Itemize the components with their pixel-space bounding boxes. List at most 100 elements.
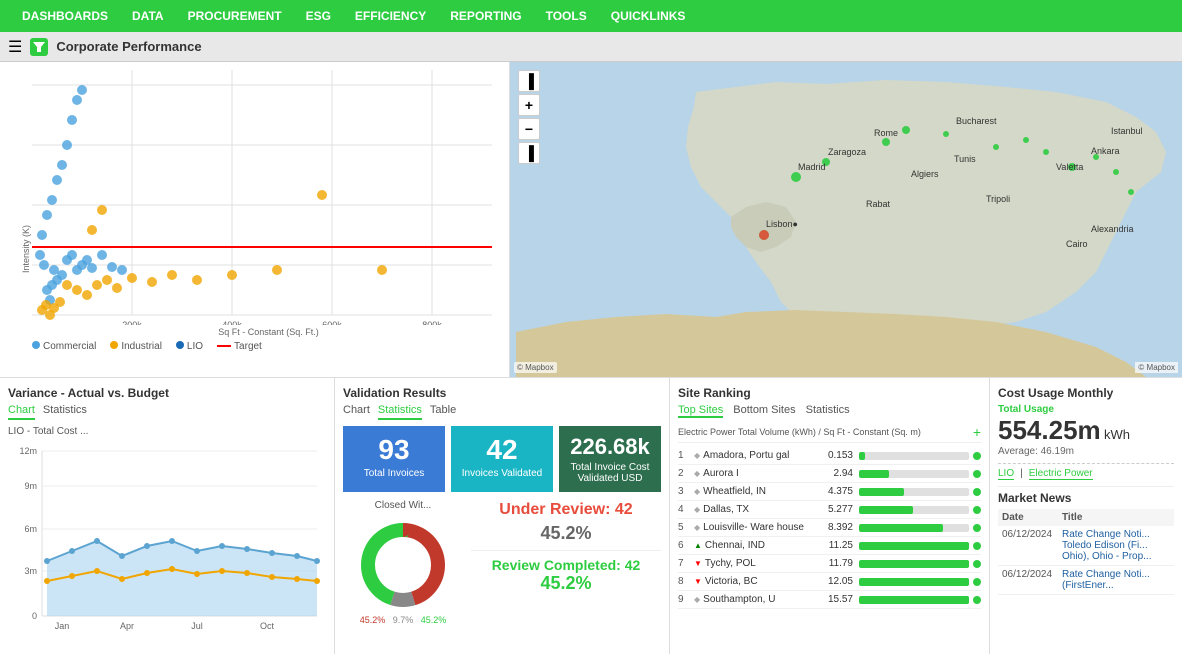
map-svg: Lisbon● Madrid Zaragoza Rome Istanbul An…: [510, 62, 1182, 377]
validation-right: Under Review: 42 45.2% Review Completed:…: [471, 500, 661, 625]
svg-text:Jul: Jul: [191, 621, 203, 631]
stat-cost-number: 226.68k: [567, 434, 653, 460]
ranking-row-num: 8: [678, 576, 694, 587]
ranking-bar-bg: [859, 560, 969, 568]
ranking-rows: 1 ◆ Amadora, Portu gal 0.153 2 ◆ Aurora …: [678, 447, 981, 609]
review-completed-label: Review Completed: 42: [471, 557, 661, 573]
scatter-svg: 0 20 40 60 200k 400k 600k 800k: [32, 70, 503, 325]
hamburger-icon[interactable]: ☰: [8, 37, 22, 57]
variance-tab-statistics[interactable]: Statistics: [43, 404, 87, 420]
news-row-0[interactable]: 06/12/2024 Rate Change Noti... Toledo Ed…: [998, 526, 1174, 566]
ranking-row-8: 9 ◆ Southampton, U 15.57: [678, 591, 981, 609]
nav-quicklinks[interactable]: QUICKLINKS: [599, 9, 698, 23]
filter-icon[interactable]: [30, 38, 48, 56]
ranking-row-arrow: ▲: [694, 541, 702, 550]
variance-tab-chart[interactable]: Chart: [8, 404, 35, 420]
nav-reporting[interactable]: REPORTING: [438, 9, 533, 23]
ranking-bar-bg: [859, 596, 969, 604]
ranking-row-dot: [973, 488, 981, 496]
top-nav: DASHBOARDS DATA PROCUREMENT ESG EFFICIEN…: [0, 0, 1182, 32]
nav-efficiency[interactable]: EFFICIENCY: [343, 9, 438, 23]
validation-tab-table[interactable]: Table: [430, 404, 456, 420]
top-row: Intensity (K) 0 20 40 6: [0, 62, 1182, 377]
svg-text:Ankara: Ankara: [1091, 146, 1120, 156]
svg-text:3m: 3m: [24, 566, 37, 576]
ranking-row-name: Victoria, BC: [705, 576, 821, 587]
ranking-row-dot: [973, 560, 981, 568]
ranking-row-arrow: ◆: [694, 487, 700, 496]
under-review-pct: 45.2%: [471, 523, 661, 544]
avg-text: Average: 46.19m: [998, 446, 1174, 457]
ranking-row-arrow: ▼: [694, 559, 702, 568]
ranking-tab-bottom[interactable]: Bottom Sites: [733, 404, 795, 418]
map-zoom-out-btn[interactable]: −: [518, 118, 540, 140]
mapbox-copyright: © Mapbox: [1135, 362, 1178, 373]
validation-title: Validation Results: [343, 386, 661, 400]
news-row-1[interactable]: 06/12/2024 Rate Change Noti... (FirstEne…: [998, 566, 1174, 595]
ranking-row-2: 3 ◆ Wheatfield, IN 4.375: [678, 483, 981, 501]
donut-label: Closed Wit...: [375, 500, 432, 511]
variance-chart-label: LIO - Total Cost ...: [8, 426, 326, 437]
svg-text:Istanbul: Istanbul: [1111, 126, 1143, 136]
ranking-row-num: 3: [678, 486, 694, 497]
news-col-date-header: Date: [1002, 512, 1062, 523]
map-extra-btn[interactable]: ▐: [518, 142, 540, 164]
scatter-chart: Intensity (K) 0 20 40 6: [0, 62, 510, 377]
ranking-row-value: 2.94: [821, 468, 853, 479]
legend-commercial: Commercial: [32, 341, 96, 352]
ranking-bar-bg: [859, 506, 969, 514]
map-controls: ▐ + − ▐: [518, 70, 540, 164]
ranking-bar-bg: [859, 578, 969, 586]
ranking-bar-bg: [859, 542, 969, 550]
ranking-bar-fill: [859, 470, 889, 478]
validation-tab-chart[interactable]: Chart: [343, 404, 370, 420]
ranking-bar-fill: [859, 578, 969, 586]
ranking-row-dot: [973, 524, 981, 532]
ranking-row-3: 4 ◆ Dallas, TX 5.277: [678, 501, 981, 519]
nav-procurement[interactable]: PROCUREMENT: [176, 9, 294, 23]
news-date: 06/12/2024: [1002, 529, 1062, 562]
validation-tab-statistics[interactable]: Statistics: [378, 404, 422, 420]
ranking-row-num: 6: [678, 540, 694, 551]
nav-dashboards[interactable]: DASHBOARDS: [10, 9, 120, 23]
svg-text:Rabat: Rabat: [866, 199, 891, 209]
svg-text:600k: 600k: [322, 320, 342, 325]
ranking-row-name: Wheatfield, IN: [703, 486, 821, 497]
total-usage-value-row: 554.25m kWh: [998, 415, 1174, 446]
news-table-header: Date Title: [998, 509, 1174, 526]
electric-power-button[interactable]: Electric Power: [1029, 468, 1093, 480]
donut-segment-labels: 45.2% 9.7% 45.2%: [360, 615, 447, 625]
ranking-row-value: 12.05: [821, 576, 853, 587]
ranking-header: Electric Power Total Volume (kWh) / Sq F…: [678, 422, 981, 443]
ranking-row-6: 7 ▼ Tychy, POL 11.79: [678, 555, 981, 573]
ranking-add-icon[interactable]: +: [973, 424, 981, 440]
svg-text:Lisbon●: Lisbon●: [766, 219, 798, 229]
ranking-row-value: 11.25: [821, 540, 853, 551]
ranking-row-name: Southampton, U: [703, 594, 821, 605]
svg-text:400k: 400k: [222, 320, 242, 325]
svg-text:Madrid: Madrid: [798, 162, 826, 172]
nav-data[interactable]: DATA: [120, 9, 176, 23]
stat-cost-label: Total Invoice CostValidated USD: [567, 462, 653, 484]
nav-esg[interactable]: ESG: [294, 9, 343, 23]
news-col-title-header: Title: [1062, 512, 1170, 523]
ranking-col-header: Electric Power Total Volume (kWh) / Sq F…: [678, 427, 973, 437]
ranking-row-num: 1: [678, 450, 694, 461]
ranking-tab-top[interactable]: Top Sites: [678, 404, 723, 418]
ranking-title: Site Ranking: [678, 386, 981, 400]
validation-tabs: Chart Statistics Table: [343, 404, 661, 420]
ranking-row-num: 2: [678, 468, 694, 479]
ranking-bar-fill: [859, 452, 865, 460]
map-zoom-in-btn[interactable]: +: [518, 94, 540, 116]
nav-tools[interactable]: TOOLS: [534, 9, 599, 23]
map-toggle-btn[interactable]: ▐: [518, 70, 540, 92]
ranking-row-num: 5: [678, 522, 694, 533]
under-review-label: Under Review: 42: [471, 500, 661, 519]
ranking-row-dot: [973, 596, 981, 604]
lio-button[interactable]: LIO: [998, 468, 1014, 480]
variance-tabs: Chart Statistics: [8, 404, 326, 420]
variance-title: Variance - Actual vs. Budget: [8, 386, 326, 400]
ranking-tab-stats[interactable]: Statistics: [806, 404, 850, 418]
chart-legend: Commercial Industrial LIO Target: [32, 341, 505, 352]
total-usage-unit: kWh: [1104, 427, 1130, 442]
